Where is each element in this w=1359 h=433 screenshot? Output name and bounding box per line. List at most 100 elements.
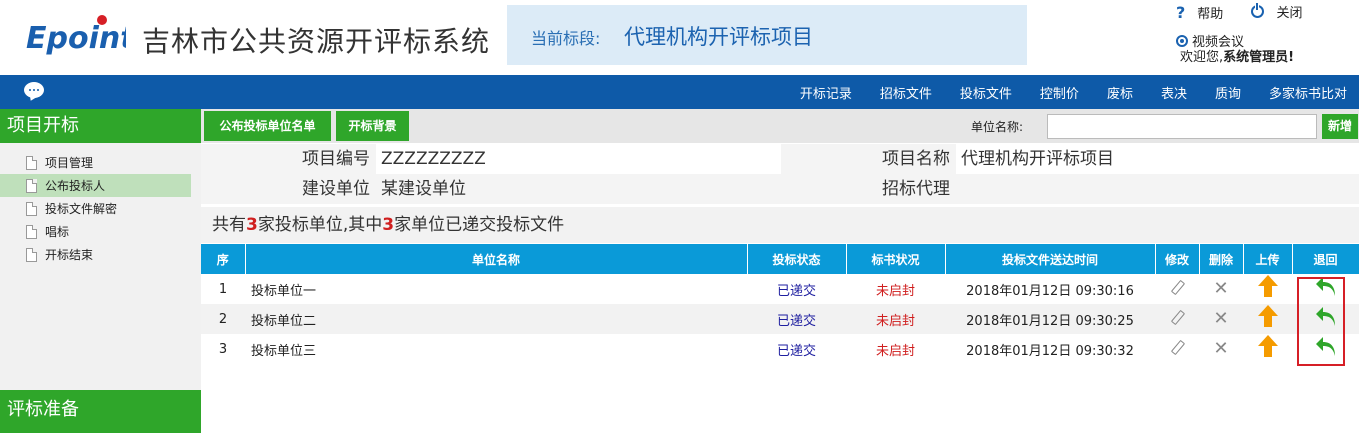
upload-cell bbox=[1243, 304, 1292, 334]
row-document-status: 未启封 bbox=[846, 274, 945, 304]
table-row: 2 投标单位二 已递交 未启封 2018年01月12日 09:30:25 ✕ bbox=[201, 304, 1359, 334]
delete-icon[interactable]: ✕ bbox=[1213, 280, 1228, 298]
row-unit-name: 投标单位三 bbox=[245, 334, 747, 364]
epoint-logo: Epoint bbox=[26, 15, 126, 56]
col-header-delete: 删除 bbox=[1199, 244, 1244, 274]
return-arrow-icon[interactable] bbox=[1313, 304, 1339, 330]
document-icon bbox=[26, 201, 37, 216]
sidebar-item-project-management[interactable]: 项目管理 bbox=[0, 151, 201, 174]
table-row: 1 投标单位一 已递交 未启封 2018年01月12日 09:30:16 ✕ bbox=[201, 274, 1359, 304]
summary-suffix: 家单位已递交投标文件 bbox=[394, 215, 565, 235]
table-row: 3 投标单位三 已递交 未启封 2018年01月12日 09:30:32 ✕ bbox=[201, 334, 1359, 364]
project-info: 项目编号 ZZZZZZZZZ 项目名称 代理机构开评标项目 建设单位 某建设单位… bbox=[201, 144, 1359, 204]
row-no: 3 bbox=[201, 334, 245, 364]
nav-control-price[interactable]: 控制价 bbox=[1040, 83, 1079, 102]
nav-multi-bid-compare[interactable]: 多家标书比对 bbox=[1269, 83, 1347, 102]
nav-bid-opening-record[interactable]: 开标记录 bbox=[800, 83, 852, 102]
project-name-label: 项目名称 bbox=[781, 144, 956, 174]
summary-middle: 家投标单位,其中 bbox=[257, 215, 383, 235]
chat-icon[interactable] bbox=[24, 82, 44, 98]
sidebar-item-announce-bids[interactable]: 唱标 bbox=[0, 220, 201, 243]
upload-cell bbox=[1243, 274, 1292, 304]
nav-tender-document[interactable]: 招标文件 bbox=[880, 83, 932, 102]
sidebar-item-opening-end[interactable]: 开标结束 bbox=[0, 243, 201, 266]
nav-void-bid[interactable]: 废标 bbox=[1107, 83, 1133, 102]
return-cell bbox=[1292, 334, 1359, 364]
return-arrow-icon[interactable] bbox=[1313, 334, 1339, 360]
current-stage-box: 当前标段: 代理机构开评标项目 bbox=[507, 5, 1027, 65]
welcome-text: 欢迎您,系统管理员! bbox=[1180, 46, 1294, 65]
pencil-icon[interactable] bbox=[1170, 340, 1184, 354]
bidder-summary: 共有3家投标单位,其中3家单位已递交投标文件 bbox=[201, 207, 1359, 243]
document-icon bbox=[26, 155, 37, 170]
col-header-unit-name: 单位名称 bbox=[245, 244, 748, 274]
system-title: 吉林市公共资源开评标系统 bbox=[142, 25, 491, 58]
info-row: 项目编号 ZZZZZZZZZ 项目名称 代理机构开评标项目 bbox=[201, 144, 1359, 174]
nav-bid-document[interactable]: 投标文件 bbox=[960, 83, 1012, 102]
add-button[interactable]: 新增 bbox=[1322, 114, 1358, 139]
pencil-icon[interactable] bbox=[1170, 310, 1184, 324]
top-links: ? 帮助 关闭 bbox=[1176, 2, 1326, 22]
row-bid-status: 已递交 bbox=[747, 304, 846, 334]
sidebar-item-label: 唱标 bbox=[45, 225, 70, 239]
sidebar-item-label: 投标文件解密 bbox=[45, 202, 118, 216]
opening-background-button[interactable]: 开标背景 bbox=[336, 111, 409, 141]
toolbar: 公布投标单位名单 开标背景 单位名称: 新增 bbox=[201, 109, 1359, 143]
summary-prefix: 共有 bbox=[212, 215, 246, 235]
video-icon bbox=[1176, 34, 1188, 47]
pencil-icon[interactable] bbox=[1170, 280, 1184, 294]
col-header-return: 退回 bbox=[1292, 244, 1359, 274]
sidebar-item-label: 开标结束 bbox=[45, 248, 94, 262]
row-bid-status: 已递交 bbox=[747, 334, 846, 364]
col-header-bid-status: 投标状态 bbox=[747, 244, 847, 274]
delete-icon[interactable]: ✕ bbox=[1213, 340, 1228, 358]
edit-cell bbox=[1155, 274, 1199, 304]
return-cell bbox=[1292, 304, 1359, 334]
close-label: 关闭 bbox=[1276, 6, 1303, 21]
col-header-delivery-time: 投标文件送达时间 bbox=[945, 244, 1156, 274]
bidder-table: 序 单位名称 投标状态 标书状况 投标文件送达时间 修改 删除 上传 退回 1 … bbox=[201, 244, 1359, 364]
row-delivery-time: 2018年01月12日 09:30:25 bbox=[945, 304, 1155, 334]
sidebar-item-publish-bidders[interactable]: 公布投标人 bbox=[0, 174, 191, 197]
return-arrow-icon[interactable] bbox=[1313, 274, 1339, 300]
document-icon bbox=[26, 224, 37, 239]
nav-vote[interactable]: 表决 bbox=[1161, 83, 1187, 102]
document-icon bbox=[26, 178, 37, 193]
nav-inquiry[interactable]: 质询 bbox=[1215, 83, 1241, 102]
upload-arrow-icon[interactable] bbox=[1257, 275, 1278, 299]
app-header: Epoint 吉林市公共资源开评标系统 当前标段: 代理机构开评标项目 ? 帮助 … bbox=[0, 0, 1359, 75]
publish-bidder-list-button[interactable]: 公布投标单位名单 bbox=[204, 111, 331, 141]
col-header-no: 序 bbox=[201, 244, 246, 274]
welcome-user: 系统管理员! bbox=[1223, 50, 1295, 65]
delete-cell: ✕ bbox=[1199, 274, 1243, 304]
delete-cell: ✕ bbox=[1199, 304, 1243, 334]
agency-label: 招标代理 bbox=[781, 174, 956, 204]
sidebar-item-decrypt-bids[interactable]: 投标文件解密 bbox=[0, 197, 201, 220]
row-unit-name: 投标单位二 bbox=[245, 304, 747, 334]
col-header-edit: 修改 bbox=[1155, 244, 1200, 274]
sidebar-item-label: 项目管理 bbox=[45, 156, 94, 170]
upload-arrow-icon[interactable] bbox=[1257, 305, 1278, 329]
sidebar-list: 项目管理 公布投标人 投标文件解密 唱标 开标结束 bbox=[0, 143, 201, 266]
help-link[interactable]: ? 帮助 bbox=[1176, 3, 1235, 22]
upload-arrow-icon[interactable] bbox=[1257, 335, 1278, 359]
close-link[interactable]: 关闭 bbox=[1251, 2, 1314, 21]
stage-value: 代理机构开评标项目 bbox=[624, 25, 813, 49]
upload-cell bbox=[1243, 334, 1292, 364]
document-icon bbox=[26, 247, 37, 262]
help-label: 帮助 bbox=[1197, 7, 1224, 22]
builder-value: 某建设单位 bbox=[376, 174, 781, 204]
info-row: 建设单位 某建设单位 招标代理 bbox=[201, 174, 1359, 204]
row-no: 2 bbox=[201, 304, 245, 334]
sidebar-section-title[interactable]: 项目开标 bbox=[0, 109, 201, 143]
delete-icon[interactable]: ✕ bbox=[1213, 310, 1228, 328]
sidebar-footer-title[interactable]: 评标准备 bbox=[0, 390, 201, 433]
delete-cell: ✕ bbox=[1199, 334, 1243, 364]
edit-cell bbox=[1155, 304, 1199, 334]
power-icon bbox=[1251, 3, 1265, 18]
col-header-upload: 上传 bbox=[1243, 244, 1293, 274]
project-no-label: 项目编号 bbox=[201, 144, 376, 174]
project-no-value: ZZZZZZZZZ bbox=[376, 144, 781, 174]
unit-name-input[interactable] bbox=[1047, 114, 1317, 139]
welcome-prefix: 欢迎您, bbox=[1180, 50, 1224, 65]
